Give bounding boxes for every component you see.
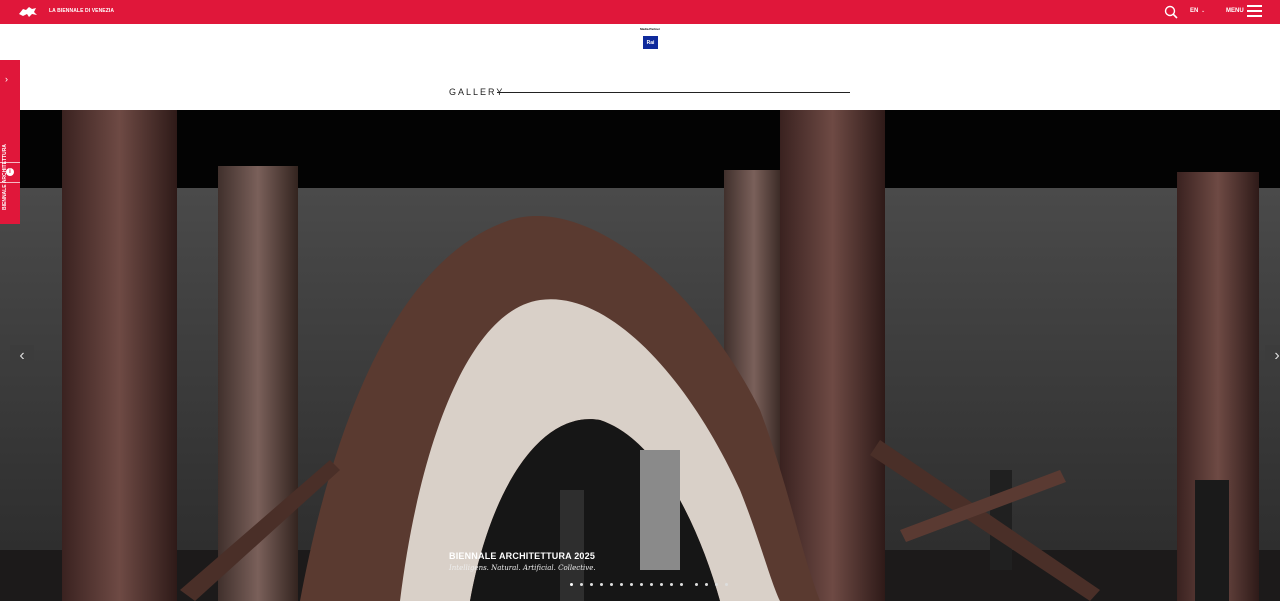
slide-dot[interactable] — [670, 583, 673, 586]
slide-dot[interactable] — [705, 583, 708, 586]
slide-dot[interactable] — [630, 583, 633, 586]
hamburger-menu-icon[interactable] — [1247, 5, 1262, 18]
slide-caption-title: BIENNALE ARCHITETTURA 2025 — [449, 551, 596, 561]
rai-logo[interactable]: Rai — [643, 36, 658, 49]
slide-dot[interactable] — [590, 583, 593, 586]
chevron-left-icon[interactable]: ‹ — [19, 347, 24, 364]
slide-dot[interactable] — [600, 583, 603, 586]
gallery-divider — [497, 92, 850, 93]
slide-dot[interactable] — [640, 583, 643, 586]
installation-photo — [0, 110, 1280, 601]
slide-dot[interactable] — [715, 583, 718, 586]
prev-slide-button[interactable]: ‹ — [10, 345, 34, 369]
side-tab-biennale-architettura[interactable]: › BIENNALE ARCHITETTURA i — [0, 60, 20, 224]
slide-dot[interactable] — [570, 583, 573, 586]
side-tab-divider — [0, 162, 20, 163]
slide-dot[interactable] — [620, 583, 623, 586]
info-icon[interactable]: i — [6, 168, 14, 176]
gallery-slide-image — [0, 110, 1280, 601]
lion-logo-icon[interactable] — [18, 5, 38, 19]
slide-dot[interactable] — [650, 583, 653, 586]
slide-dot[interactable] — [725, 583, 728, 586]
side-tab-label[interactable]: BIENNALE ARCHITETTURA — [2, 144, 8, 210]
search-icon[interactable] — [1164, 5, 1178, 19]
chevron-right-icon[interactable]: › — [5, 74, 8, 84]
slide-dot[interactable] — [660, 583, 663, 586]
slide-caption-subtitle: Intelligens. Natural. Artificial. Collec… — [449, 564, 596, 572]
chevron-down-icon[interactable]: ⌄ — [1201, 8, 1205, 14]
slide-dot[interactable] — [680, 583, 683, 586]
brand-name[interactable]: LA BIENNALE DI VENEZIA — [49, 8, 114, 14]
next-slide-button[interactable]: › — [1265, 345, 1280, 369]
side-tab-divider — [0, 182, 20, 183]
slide-dot[interactable] — [580, 583, 583, 586]
slide-dot[interactable] — [610, 583, 613, 586]
language-selector[interactable]: EN — [1190, 8, 1198, 14]
top-bar: LA BIENNALE DI VENEZIA EN ⌄ MENU — [0, 0, 1280, 24]
chevron-right-icon[interactable]: › — [1274, 347, 1279, 364]
slide-dot[interactable] — [695, 583, 698, 586]
media-partner-label: Media Partner — [640, 27, 660, 31]
menu-label[interactable]: MENU — [1226, 8, 1244, 14]
slide-pagination — [570, 583, 735, 587]
